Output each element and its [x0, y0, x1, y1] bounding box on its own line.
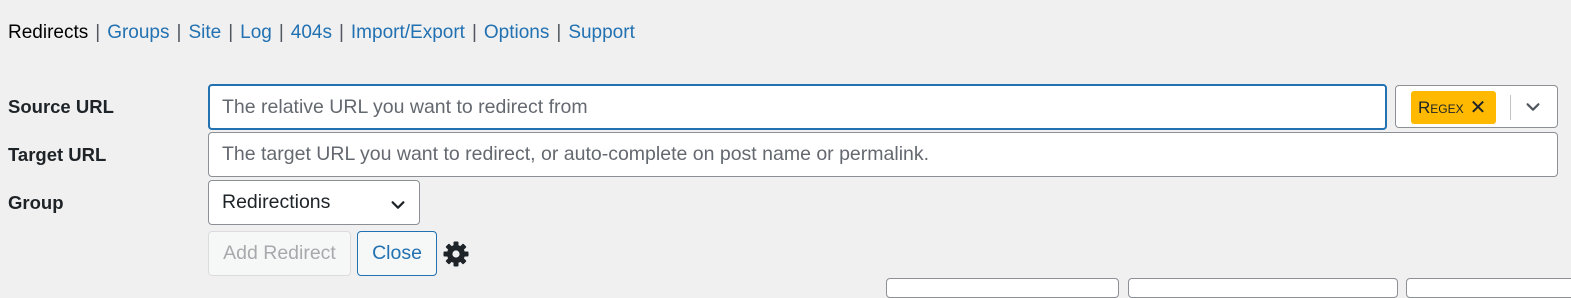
group-select-value: Redirections [222, 191, 331, 213]
flags-divider [1510, 95, 1511, 120]
subnav-separator: | [471, 22, 477, 43]
source-url-label: Source URL [8, 96, 114, 117]
subnav-link-options[interactable]: Options [484, 22, 549, 43]
chevron-down-icon[interactable] [1524, 98, 1542, 116]
subnav-separator: | [556, 22, 562, 43]
source-url-input[interactable]: The relative URL you want to redirect fr… [208, 84, 1387, 130]
regex-remove-icon[interactable]: ✕ [1470, 98, 1487, 118]
subnav-link-support[interactable]: Support [568, 22, 635, 43]
partial-field [1128, 278, 1398, 298]
subnav-separator: | [176, 22, 182, 43]
source-flags-select[interactable]: Regex ✕ [1395, 85, 1558, 128]
partial-field [886, 278, 1119, 298]
subnav-link-log[interactable]: Log [240, 22, 272, 43]
subnav-link-404s[interactable]: 404s [291, 22, 332, 43]
source-url-placeholder: The relative URL you want to redirect fr… [222, 95, 588, 118]
group-select[interactable]: Redirections [208, 180, 420, 225]
subnav-separator: | [338, 22, 344, 43]
subnav-redirects-current: Redirects [8, 22, 89, 43]
subnav-separator: | [228, 22, 234, 43]
gear-icon[interactable] [442, 240, 470, 268]
target-url-placeholder: The target URL you want to redirect, or … [222, 143, 930, 165]
subnav: Redirects | Groups | Site | Log | 404s | Import/Ex… [8, 20, 635, 46]
regex-flag-tag: Regex ✕ [1411, 91, 1496, 124]
subnav-separator: | [278, 22, 284, 43]
subnav-link-groups[interactable]: Groups [107, 22, 169, 43]
partial-field [1406, 278, 1571, 298]
add-redirect-button[interactable]: Add Redirect [208, 231, 351, 276]
subnav-link-site[interactable]: Site [188, 22, 221, 43]
regex-flag-label: Regex [1418, 97, 1464, 117]
close-button[interactable]: Close [357, 231, 437, 276]
target-url-label: Target URL [8, 144, 107, 165]
subnav-link-import-export[interactable]: Import/Export [351, 22, 465, 43]
group-label: Group [8, 192, 64, 213]
chevron-down-icon [391, 201, 405, 209]
target-url-input[interactable]: The target URL you want to redirect, or … [208, 132, 1558, 177]
subnav-separator: | [95, 22, 101, 43]
